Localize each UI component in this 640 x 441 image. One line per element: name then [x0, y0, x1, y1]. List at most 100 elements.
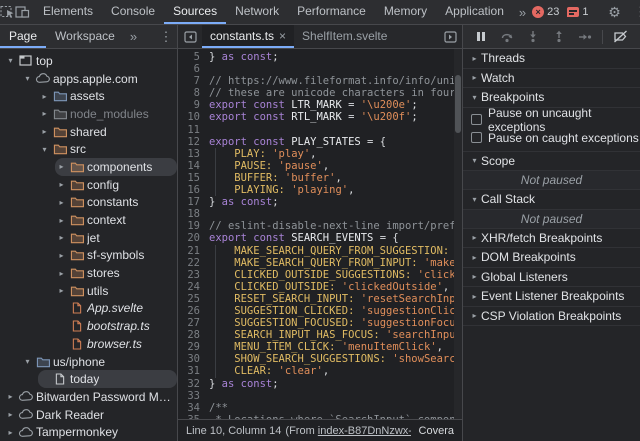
- editor-tab-shelfitem-svelte[interactable]: ShelfItem.svelte: [294, 25, 395, 48]
- line-number[interactable]: 33: [178, 390, 200, 402]
- section-xhr-fetch-breakpoints[interactable]: ▸ XHR/fetch Breakpoints: [463, 228, 640, 248]
- line-number[interactable]: 10: [178, 111, 200, 123]
- chevron-right-icon[interactable]: ▸: [55, 269, 68, 278]
- tree-item-top[interactable]: ▾ top: [0, 52, 177, 70]
- code-line[interactable]: 9 export const LTR_MARK = '\u200e';: [178, 99, 462, 111]
- settings-gear-icon[interactable]: ⚙: [601, 4, 627, 21]
- line-number[interactable]: 5: [178, 51, 200, 63]
- issues-badge[interactable]: 1: [567, 6, 588, 18]
- tree-item-tampermonkey[interactable]: ▸ Tampermonkey: [0, 423, 177, 441]
- line-number[interactable]: 19: [178, 220, 200, 232]
- chevron-right-icon[interactable]: ▸: [55, 198, 68, 207]
- tab-console[interactable]: Console: [102, 0, 164, 24]
- tree-item-src[interactable]: ▾ src: [0, 140, 177, 158]
- line-number[interactable]: 17: [178, 196, 200, 208]
- section-event-listener-breakpoints[interactable]: ▸ Event Listener Breakpoints: [463, 287, 640, 307]
- chevron-down-icon[interactable]: ▾: [4, 56, 17, 65]
- editor-scrollbar-thumb[interactable]: [455, 75, 461, 133]
- step-out-icon[interactable]: [547, 25, 571, 48]
- tab-memory[interactable]: Memory: [375, 0, 436, 24]
- line-number[interactable]: 31: [178, 365, 200, 377]
- section-dom-breakpoints[interactable]: ▸ DOM Breakpoints: [463, 248, 640, 268]
- step-into-icon[interactable]: [521, 25, 545, 48]
- line-number[interactable]: 7: [178, 75, 200, 87]
- checkbox-box[interactable]: [471, 132, 482, 143]
- file-tree[interactable]: ▾ top ▾ apps.apple.com ▸ assets ▸ node_modules ▸…: [0, 49, 177, 441]
- chevron-right-icon[interactable]: ▸: [4, 428, 17, 437]
- tree-item-browser-ts[interactable]: browser.ts: [0, 335, 177, 353]
- line-number[interactable]: 32: [178, 378, 200, 390]
- tree-item-components[interactable]: ▸ components: [0, 158, 177, 176]
- sourcemap-file-link[interactable]: index-B87DnNzwx-.js: [318, 425, 411, 437]
- line-number[interactable]: 9: [178, 99, 200, 111]
- tab-elements[interactable]: Elements: [34, 0, 102, 24]
- chevron-right-icon[interactable]: ▸: [38, 92, 51, 101]
- chevron-right-icon[interactable]: ▸: [38, 127, 51, 136]
- code-line[interactable]: 31 CLEAR: 'clear',: [178, 365, 462, 378]
- tree-item-constants[interactable]: ▸ constants: [0, 194, 177, 212]
- code-line[interactable]: 35 * Locations where `SearchInput` compo…: [178, 414, 462, 419]
- code-line[interactable]: 8 // these are unicode characters in four…: [178, 87, 462, 99]
- console-errors-badge[interactable]: × 23: [532, 6, 559, 18]
- tree-item-config[interactable]: ▸ config: [0, 176, 177, 194]
- tree-item-bitwarden-password-man-[interactable]: ▸ Bitwarden Password Man…: [0, 388, 177, 406]
- line-number[interactable]: 22: [178, 257, 200, 269]
- line-number[interactable]: 23: [178, 269, 200, 281]
- line-number[interactable]: 29: [178, 341, 200, 353]
- code-line[interactable]: 14 PAUSE: 'pause',: [178, 159, 462, 173]
- tree-item-stores[interactable]: ▸ stores: [0, 264, 177, 282]
- line-number[interactable]: 14: [178, 160, 200, 172]
- inspect-element-icon[interactable]: [0, 0, 15, 24]
- code-line[interactable]: 10 export const RTL_MARK = '\u200f';: [178, 111, 462, 123]
- code-line[interactable]: 32} as const;: [178, 378, 462, 390]
- code-line[interactable]: 18: [178, 208, 462, 220]
- code-line[interactable]: 17} as const;: [178, 196, 462, 208]
- chevron-right-icon[interactable]: ▸: [4, 392, 17, 401]
- device-toolbar-icon[interactable]: [15, 0, 30, 24]
- code-line[interactable]: 26 SUGGESTION_CLICKED: 'suggestionClicke…: [178, 304, 462, 318]
- code-line[interactable]: 6: [178, 63, 462, 75]
- code-line[interactable]: 23 CLICKED_OUTSIDE_SUGGESTIONS: 'clicked…: [178, 268, 462, 281]
- chevron-down-icon[interactable]: ▾: [468, 195, 481, 204]
- checkbox-box[interactable]: [471, 114, 482, 125]
- line-number[interactable]: 27: [178, 317, 200, 329]
- chevron-right-icon[interactable]: ▸: [468, 292, 481, 301]
- chevron-down-icon[interactable]: ▾: [468, 156, 481, 165]
- coverage-link[interactable]: Covera: [411, 425, 454, 437]
- checkbox-pause-on-uncaught-exceptions[interactable]: Pause on uncaught exceptions: [463, 106, 640, 134]
- more-panels-icon[interactable]: »: [513, 0, 532, 24]
- line-number[interactable]: 25: [178, 293, 200, 305]
- tab-network[interactable]: Network: [226, 0, 288, 24]
- line-number[interactable]: 6: [178, 63, 200, 75]
- chevron-down-icon[interactable]: ▾: [468, 93, 481, 102]
- line-number[interactable]: 28: [178, 329, 200, 341]
- line-number[interactable]: 18: [178, 208, 200, 220]
- line-number[interactable]: 35: [178, 414, 200, 419]
- checkbox-pause-on-caught-exceptions[interactable]: Pause on caught exceptions: [463, 129, 640, 147]
- code-line[interactable]: 34 /**: [178, 402, 462, 414]
- tree-item-jet[interactable]: ▸ jet: [0, 229, 177, 247]
- code-line[interactable]: 7 // https://www.fileformat.info/info/uni…: [178, 75, 462, 87]
- chevron-right-icon[interactable]: ▸: [55, 162, 68, 171]
- line-number[interactable]: 12: [178, 136, 200, 148]
- chevron-down-icon[interactable]: ▾: [38, 145, 51, 154]
- line-number[interactable]: 24: [178, 281, 200, 293]
- line-number[interactable]: 15: [178, 172, 200, 184]
- line-number[interactable]: 26: [178, 305, 200, 317]
- code-line[interactable]: 28 SEARCH_INPUT_HAS_FOCUS: 'searchInputH…: [178, 329, 462, 342]
- chevron-down-icon[interactable]: ▾: [21, 74, 34, 83]
- code-line[interactable]: 24 CLICKED_OUTSIDE: 'clickedOutside',: [178, 280, 462, 293]
- chevron-right-icon[interactable]: ▸: [55, 180, 68, 189]
- chevron-right-icon[interactable]: ▸: [55, 251, 68, 260]
- code-line[interactable]: 22 MAKE_SEARCH_QUERY_FROM_INPUT: 'makeSe…: [178, 256, 462, 269]
- code-line[interactable]: 15 BUFFER: 'buffer',: [178, 171, 462, 185]
- tree-item-us-iphone[interactable]: ▾ us/iphone: [0, 353, 177, 371]
- navigator-tab-workspace[interactable]: Workspace: [46, 25, 124, 48]
- tree-item-today[interactable]: today: [0, 370, 177, 389]
- chevron-right-icon[interactable]: ▸: [468, 272, 481, 281]
- chevron-right-icon[interactable]: ▸: [4, 410, 17, 419]
- editor-scrollbar[interactable]: [454, 49, 462, 419]
- code-line[interactable]: 5} as const;: [178, 51, 462, 63]
- tree-item-utils[interactable]: ▸ utils: [0, 282, 177, 300]
- tree-item-sf-symbols[interactable]: ▸ sf-symbols: [0, 247, 177, 265]
